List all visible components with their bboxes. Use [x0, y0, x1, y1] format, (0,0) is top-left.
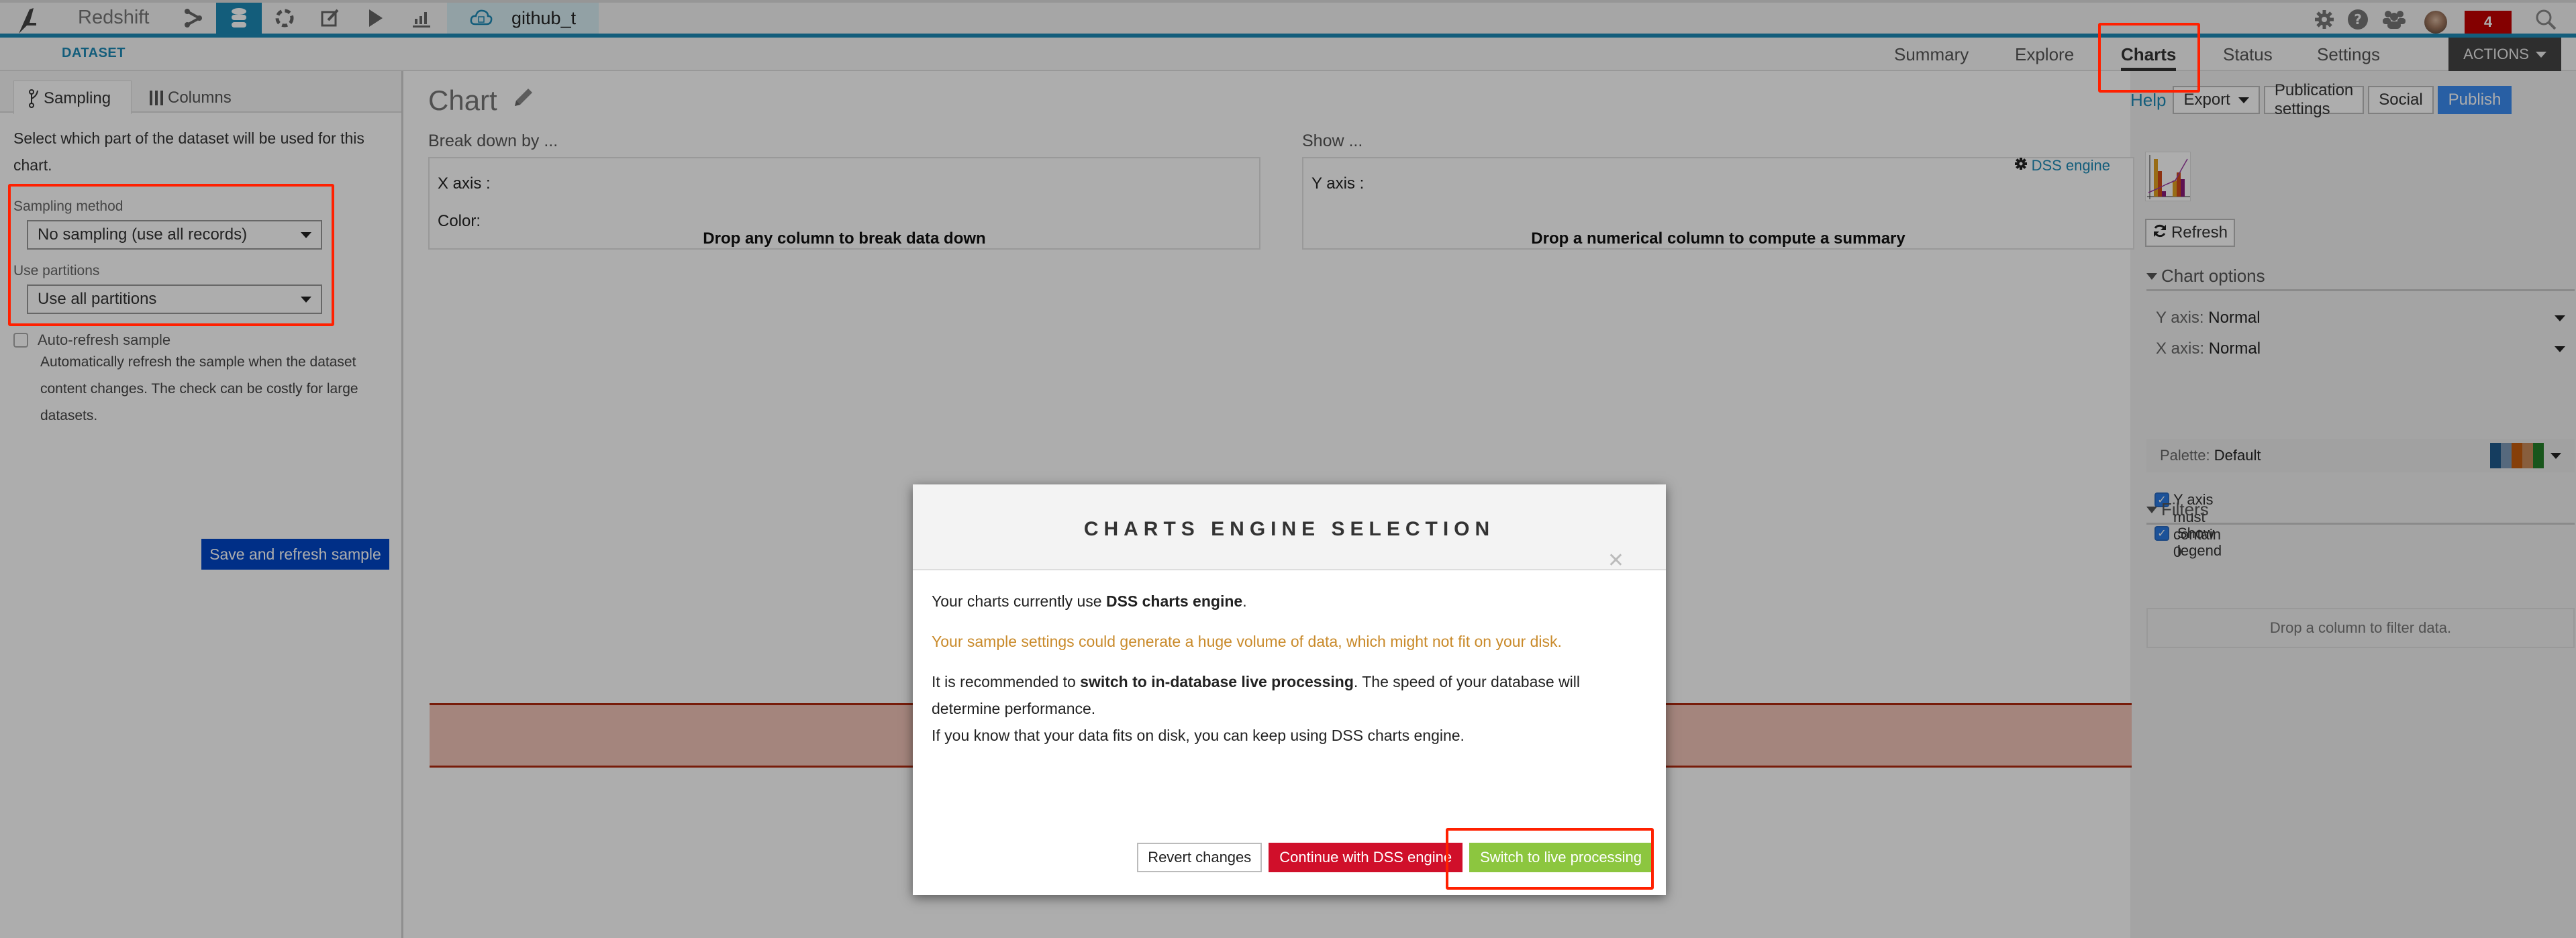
- modal-title: CHARTS ENGINE SELECTION: [1083, 518, 1495, 540]
- engine-status-engine: DSS charts engine: [1105, 592, 1243, 610]
- continue-with-dss-engine-button[interactable]: Continue with DSS engine: [1269, 843, 1463, 872]
- engine-status-prefix: Your charts currently use: [932, 592, 1106, 610]
- modal-header: CHARTS ENGINE SELECTION ✕: [913, 484, 1666, 572]
- revert-changes-button[interactable]: Revert changes: [1137, 843, 1262, 872]
- close-icon[interactable]: ✕: [1607, 549, 1624, 572]
- volume-warning: Your sample settings could generate a hu…: [932, 633, 1562, 650]
- recommendation-bold: switch to in-database live processing: [1080, 673, 1354, 690]
- recommendation-prefix: It is recommended to: [932, 673, 1081, 690]
- keep-engine-text: If you know that your data fits on disk,…: [932, 727, 1465, 744]
- recommendation-text: It is recommended to switch to in-databa…: [932, 668, 1647, 722]
- engine-status-suffix: .: [1242, 592, 1247, 610]
- modal-body: Your charts currently use DSS charts eng…: [913, 570, 1666, 766]
- modal-footer: Revert changes Continue with DSS engine …: [1137, 843, 1652, 872]
- engine-status-text: Your charts currently use DSS charts eng…: [932, 588, 1647, 615]
- switch-to-live-processing-button[interactable]: Switch to live processing: [1469, 843, 1652, 872]
- charts-engine-selection-modal: CHARTS ENGINE SELECTION ✕ Your charts cu…: [913, 484, 1666, 895]
